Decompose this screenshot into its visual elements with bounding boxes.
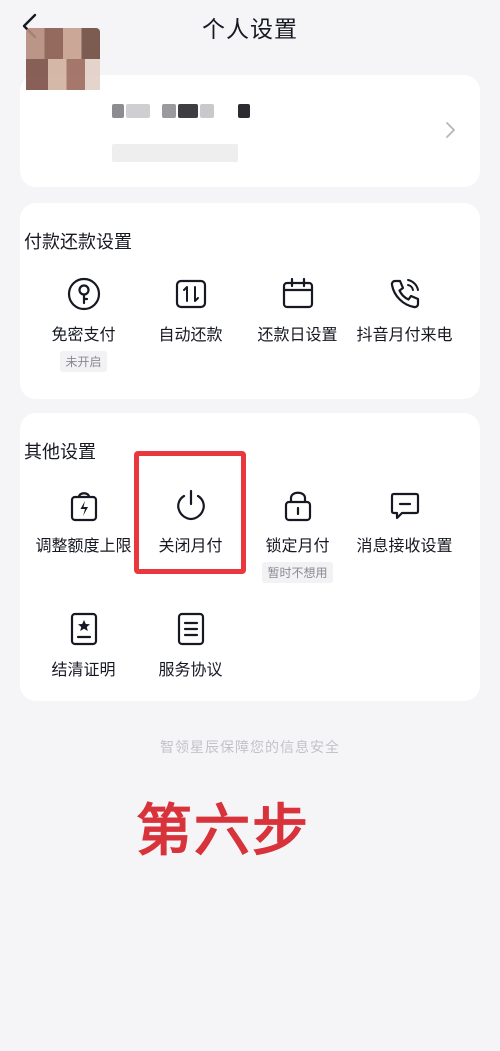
other-item-lock-monthly-pay[interactable]: 锁定月付 暂时不想用 <box>240 486 355 583</box>
section-title-other: 其他设置 <box>24 442 96 463</box>
status-badge: 未开启 <box>60 351 107 372</box>
item-label: 服务协议 <box>158 660 223 679</box>
other-item-settlement-certificate[interactable]: 结清证明 <box>26 610 141 680</box>
highlight-box <box>134 451 246 574</box>
profile-card[interactable] <box>20 75 480 187</box>
status-badge: 暂时不想用 <box>262 562 333 583</box>
calendar-icon <box>279 275 317 313</box>
item-label: 结清证明 <box>51 660 116 679</box>
step-annotation: 第六步 <box>136 799 310 864</box>
security-note: 智领星辰保障您的信息安全 <box>160 740 340 756</box>
payment-item-douyin-call[interactable]: 抖音月付来电 <box>347 275 462 345</box>
bag-lightning-icon <box>65 486 103 524</box>
phone-call-icon <box>386 275 424 313</box>
other-item-message-settings[interactable]: 消息接收设置 <box>347 486 462 556</box>
chevron-right-icon <box>446 122 455 138</box>
lock-icon <box>279 486 317 524</box>
item-label: 消息接收设置 <box>356 536 453 555</box>
item-label: 还款日设置 <box>257 325 338 344</box>
item-label: 锁定月付 <box>265 536 330 555</box>
auto-repay-icon <box>172 275 210 313</box>
payment-item-password-free[interactable]: 免密支付 未开启 <box>26 275 141 372</box>
other-item-service-agreement[interactable]: 服务协议 <box>133 610 248 680</box>
avatar <box>26 28 100 90</box>
key-circle-icon <box>65 275 103 313</box>
message-icon <box>386 486 424 524</box>
certificate-icon <box>65 610 103 648</box>
item-label: 免密支付 <box>51 325 116 344</box>
other-item-adjust-limit[interactable]: 调整额度上限 <box>26 486 141 556</box>
payment-item-repay-date[interactable]: 还款日设置 <box>240 275 355 345</box>
item-label: 自动还款 <box>158 325 223 344</box>
document-icon <box>172 610 210 648</box>
item-label: 调整额度上限 <box>35 536 132 555</box>
section-title-payment: 付款还款设置 <box>24 232 132 253</box>
payment-item-auto-repay[interactable]: 自动还款 <box>133 275 248 345</box>
item-label: 抖音月付来电 <box>356 325 453 344</box>
profile-subtext-blurred <box>112 144 238 162</box>
